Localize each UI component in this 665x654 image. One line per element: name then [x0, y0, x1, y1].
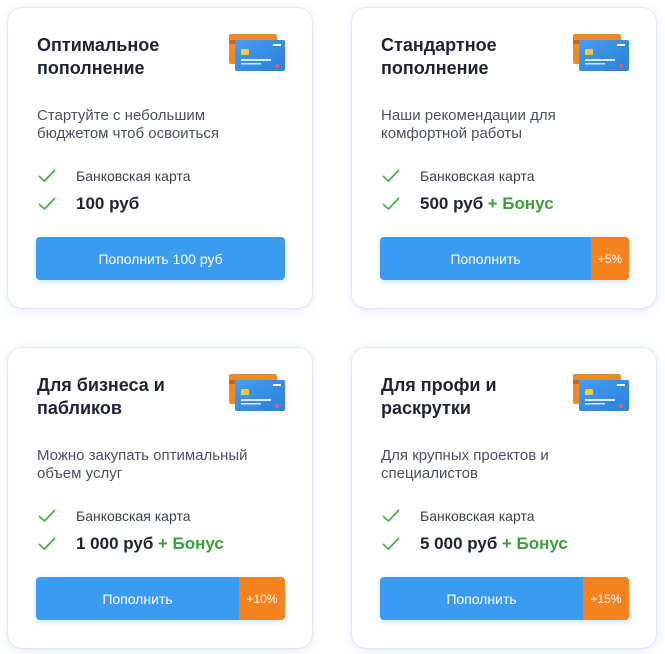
topup-button-label: Пополнить 100 руб — [98, 250, 223, 267]
card-description: Стартуйте с небольшим бюджетом чтоб осво… — [37, 107, 287, 143]
feature-amount: 100 руб — [38, 194, 139, 214]
bonus-percent-badge: +5% — [591, 237, 629, 280]
bonus-label: + Бонус — [157, 534, 224, 553]
card-title-line: Для профи и — [381, 375, 497, 395]
credit-card-icon — [229, 374, 285, 412]
payment-method-label: Банковская карта — [76, 168, 191, 184]
topup-button[interactable]: Пополнить +10% — [36, 577, 285, 620]
card-description: Можно закупать оптимальный объем услуг — [37, 447, 287, 483]
card-title: Для профи и раскрутки — [381, 374, 571, 420]
card-description-line: Можно закупать оптимальный — [37, 447, 248, 464]
check-icon — [38, 169, 56, 183]
topup-button[interactable]: Пополнить 100 руб — [36, 237, 285, 280]
check-icon — [38, 197, 56, 211]
amount-label: 1 000 руб — [76, 534, 154, 553]
card-description: Наши рекомендации для комфортной работы — [381, 107, 631, 143]
feature-payment-method: Банковская карта — [382, 166, 534, 186]
topup-button-label: Пополнить — [446, 590, 517, 607]
card-description-line: Стартуйте с небольшим — [37, 107, 206, 124]
card-description-line: специалистов — [381, 465, 478, 482]
card-title-line: пополнение — [381, 58, 489, 78]
amount-label: 5 000 руб — [420, 534, 498, 553]
topup-button[interactable]: Пополнить +5% — [380, 237, 629, 280]
check-icon — [382, 509, 400, 523]
card-title-line: Оптимальное — [37, 35, 160, 55]
bonus-percent-badge: +10% — [239, 577, 285, 620]
topup-button[interactable]: Пополнить +15% — [380, 577, 629, 620]
bonus-percent-badge: +15% — [583, 577, 629, 620]
check-icon — [38, 537, 56, 551]
card-title: Для бизнеса и пабликов — [37, 374, 227, 420]
check-icon — [38, 509, 56, 523]
card-description-line: Для крупных проектов и — [381, 447, 549, 464]
amount-label: 500 руб — [420, 194, 484, 213]
bonus-label: + Бонус — [487, 194, 554, 213]
check-icon — [382, 537, 400, 551]
card-title-line: пабликов — [37, 398, 122, 418]
feature-payment-method: Банковская карта — [38, 506, 190, 526]
bonus-label: + Бонус — [501, 534, 568, 553]
plan-card-pro: Для профи и раскрутки Для крупных проект… — [352, 348, 656, 648]
feature-payment-method: Банковская карта — [382, 506, 534, 526]
card-title: Стандартное пополнение — [381, 34, 571, 80]
payment-method-label: Банковская карта — [420, 168, 535, 184]
plan-card-standard: Стандартное пополнение Наши рекомендации… — [352, 8, 656, 308]
payment-method-label: Банковская карта — [420, 508, 535, 524]
card-title-line: пополнение — [37, 58, 145, 78]
card-description: Для крупных проектов и специалистов — [381, 447, 631, 483]
card-title-line: раскрутки — [381, 398, 471, 418]
check-icon — [382, 197, 400, 211]
feature-amount: 5 000 руб + Бонус — [382, 534, 568, 554]
topup-button-label: Пополнить — [450, 250, 521, 267]
plan-card-optimal: Оптимальное пополнение Стартуйте с небол… — [8, 8, 312, 308]
credit-card-icon — [229, 34, 285, 72]
credit-card-icon — [573, 34, 629, 72]
card-description-line: объем услуг — [37, 465, 123, 482]
payment-method-label: Банковская карта — [76, 508, 191, 524]
feature-amount: 1 000 руб + Бонус — [38, 534, 224, 554]
card-title-line: Для бизнеса и — [37, 375, 165, 395]
card-description-line: бюджетом чтоб освоиться — [37, 125, 219, 142]
credit-card-icon — [573, 374, 629, 412]
card-description-line: Наши рекомендации для — [381, 107, 556, 124]
card-title: Оптимальное пополнение — [37, 34, 227, 80]
topup-button-label: Пополнить — [102, 590, 173, 607]
amount-label: 100 руб — [76, 194, 140, 213]
feature-amount: 500 руб + Бонус — [382, 194, 554, 214]
feature-payment-method: Банковская карта — [38, 166, 190, 186]
card-title-line: Стандартное — [381, 35, 497, 55]
plan-card-business: Для бизнеса и пабликов Можно закупать оп… — [8, 348, 312, 648]
check-icon — [382, 169, 400, 183]
card-description-line: комфортной работы — [381, 125, 523, 142]
